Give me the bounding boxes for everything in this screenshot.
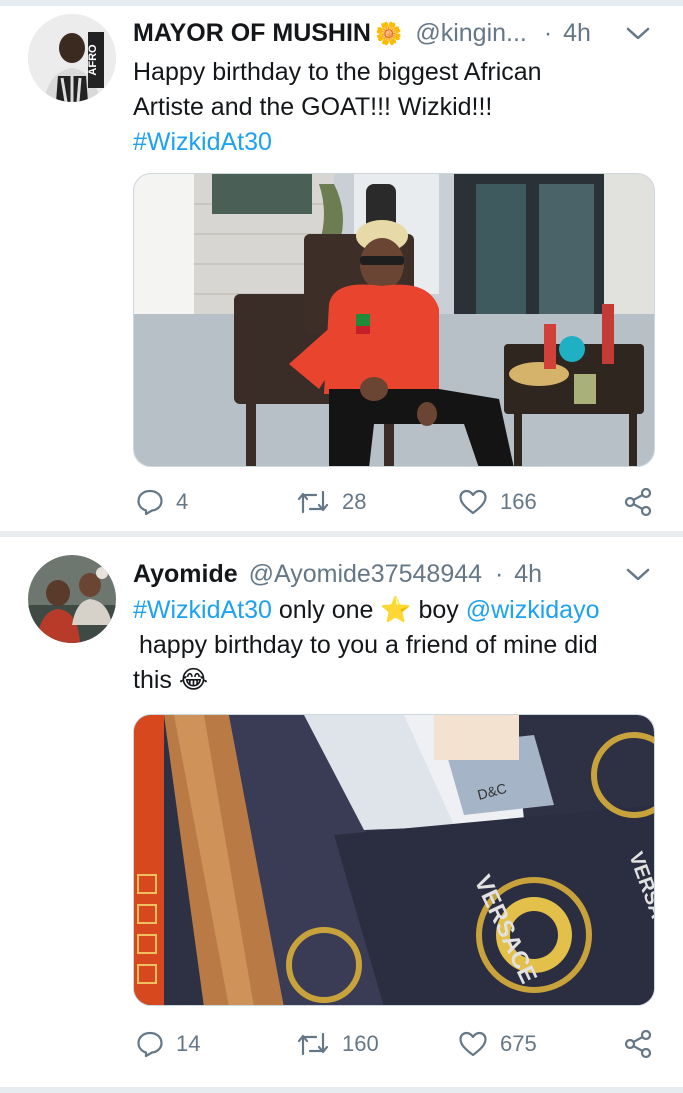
user-handle[interactable]: @kingin... xyxy=(415,19,527,47)
retweet-count: 160 xyxy=(342,1031,379,1056)
timestamp[interactable]: 4h xyxy=(514,560,542,588)
tweet[interactable]: AFRO MAYOR OF MUSHIN 🌼 @kingin... · 4h Ha… xyxy=(0,6,683,530)
chevron-down-icon[interactable] xyxy=(625,26,651,42)
like-icon xyxy=(459,1031,487,1057)
tweet-text-line: #WizkidAt30 only one ⭐ boy @wizkidayo xyxy=(133,593,653,628)
display-name[interactable]: Ayomide xyxy=(133,560,238,588)
user-handle[interactable]: @Ayomide37548944 xyxy=(249,560,482,588)
retweet-button[interactable]: 28 xyxy=(296,482,366,522)
reply-count: 4 xyxy=(176,489,189,514)
tweet-actions: 14 160 675 xyxy=(133,1024,658,1064)
like-count: 675 xyxy=(500,1031,537,1056)
avatar[interactable] xyxy=(28,555,116,643)
hashtag-link[interactable]: #WizkidAt30 xyxy=(133,125,653,160)
photo-image xyxy=(134,174,654,466)
reply-button[interactable]: 14 xyxy=(136,1024,200,1064)
mention-link[interactable]: @wizkidayo xyxy=(466,596,600,624)
tweet-text-segment: boy xyxy=(411,596,466,624)
tweet-text-segment: only one xyxy=(271,596,381,624)
tweet-header: Ayomide @Ayomide37548944 · 4h xyxy=(133,557,663,591)
tweet-text: #WizkidAt30 only one ⭐ boy @wizkidayo ha… xyxy=(133,593,653,698)
like-button[interactable]: 166 xyxy=(458,482,537,522)
retweet-icon xyxy=(297,490,329,514)
tweet-text-segment: this xyxy=(133,666,172,694)
hashtag-link[interactable]: #WizkidAt30 xyxy=(133,596,272,624)
tweet-text: Happy birthday to the biggest African Ar… xyxy=(133,55,653,160)
like-count: 166 xyxy=(500,489,537,514)
tweet-header: MAYOR OF MUSHIN 🌼 @kingin... · 4h xyxy=(133,16,663,50)
separator: · xyxy=(495,560,504,588)
avatar[interactable]: AFRO xyxy=(28,14,116,102)
retweet-icon xyxy=(297,1032,329,1056)
tweet-photo[interactable] xyxy=(133,173,655,467)
share-button[interactable] xyxy=(623,482,653,522)
tweet-actions: 4 28 166 xyxy=(133,482,658,522)
photo-image: VERSACE VERSACE D&C xyxy=(134,715,654,1005)
retweet-button[interactable]: 160 xyxy=(296,1024,379,1064)
chevron-down-icon[interactable] xyxy=(625,567,651,583)
star-emoji: ⭐ xyxy=(380,596,412,624)
reply-count: 14 xyxy=(176,1031,201,1056)
avatar-image xyxy=(28,555,116,643)
retweet-count: 28 xyxy=(342,489,367,514)
like-button[interactable]: 675 xyxy=(458,1024,537,1064)
tweet[interactable]: Ayomide @Ayomide37548944 · 4h #WizkidAt3… xyxy=(0,537,683,1085)
name-emoji: 🌼 xyxy=(374,21,403,46)
bottom-divider xyxy=(0,1087,683,1093)
tweet-text-line: Artiste and the GOAT!!! Wizkid!!! xyxy=(133,93,493,121)
tweet-text-line: this 😂 xyxy=(133,663,653,698)
tweet-photo[interactable]: VERSACE VERSACE D&C xyxy=(133,714,655,1006)
like-icon xyxy=(459,489,487,515)
share-icon xyxy=(624,487,652,517)
tweet-text-line: happy birthday to you a friend of mine d… xyxy=(139,631,598,659)
display-name[interactable]: MAYOR OF MUSHIN xyxy=(133,19,371,47)
laughing-emoji: 😂 xyxy=(178,666,209,694)
avatar-logo-text: AFRO xyxy=(87,44,99,76)
avatar-image: AFRO xyxy=(28,14,116,102)
separator: · xyxy=(543,19,553,47)
share-button[interactable] xyxy=(623,1024,653,1064)
reply-icon xyxy=(137,1031,163,1058)
share-icon xyxy=(624,1029,652,1059)
tweet-text-line: Happy birthday to the biggest African xyxy=(133,58,542,86)
timestamp[interactable]: 4h xyxy=(563,19,591,47)
reply-icon xyxy=(137,489,163,516)
reply-button[interactable]: 4 xyxy=(136,482,188,522)
